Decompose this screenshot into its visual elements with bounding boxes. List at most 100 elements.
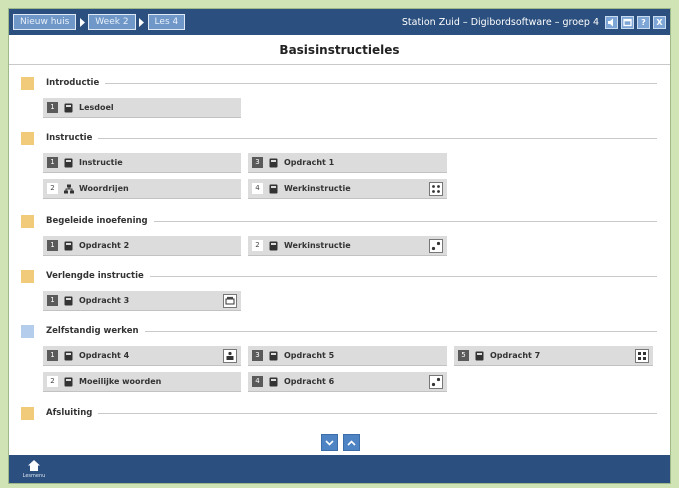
breadcrumb-week[interactable]: Week 2 — [88, 14, 136, 30]
tile-opdracht-5[interactable]: 3 Opdracht 5 — [248, 346, 447, 366]
tile-opdracht-6[interactable]: 4 Opdracht 6 — [248, 372, 447, 392]
section-instructie: Instructie 1 Instructie 3 Opdracht 1 2 W… — [21, 131, 657, 199]
section-title: Introductie — [46, 78, 100, 88]
tile-opdracht-4[interactable]: 1 Opdracht 4 — [43, 346, 241, 366]
tile-number: 1 — [47, 295, 58, 306]
sound-icon[interactable] — [605, 15, 618, 29]
tile-label: Werkinstructie — [284, 184, 351, 193]
pair-work-icon — [429, 239, 443, 253]
tile-number: 5 — [458, 350, 469, 361]
document-icon — [269, 184, 278, 194]
tile-label: Woordrijen — [79, 184, 129, 193]
document-icon — [475, 351, 484, 361]
section-title: Zelfstandig werken — [46, 326, 139, 336]
document-icon — [64, 377, 73, 387]
tile-label: Opdracht 1 — [284, 158, 335, 167]
tile-label: Opdracht 6 — [284, 377, 335, 386]
breadcrumb: Nieuw huis Week 2 Les 4 — [13, 14, 186, 30]
home-icon — [28, 460, 40, 471]
tile-opdracht-3[interactable]: 1 Opdracht 3 — [43, 291, 241, 311]
home-label: Lesmenu — [22, 473, 46, 479]
pair-work-icon — [429, 375, 443, 389]
tile-label: Instructie — [79, 158, 123, 167]
section-color-marker — [21, 131, 34, 145]
tile-number: 2 — [252, 240, 263, 251]
breadcrumb-les[interactable]: Les 4 — [147, 14, 186, 30]
app-title: Station Zuid – Digibordsoftware – groep … — [401, 16, 599, 28]
help-icon[interactable]: ? — [637, 15, 650, 29]
tile-opdracht-7[interactable]: 5 Opdracht 7 — [454, 346, 653, 366]
breadcrumb-nieuw-huis[interactable]: Nieuw huis — [13, 14, 77, 30]
tile-number: 4 — [252, 376, 263, 387]
section-afsluiting: Afsluiting — [21, 406, 657, 420]
tile-number: 3 — [252, 350, 263, 361]
title-bar: Nieuw huis Week 2 Les 4 Station Zuid – D… — [9, 9, 670, 35]
tile-lesdoel[interactable]: 1 Lesdoel — [43, 98, 241, 118]
tile-label: Werkinstructie — [284, 241, 351, 250]
chevron-right-icon — [76, 14, 88, 30]
section-title: Begeleide inoefening — [46, 216, 148, 226]
chevron-down-icon — [325, 439, 334, 446]
chevron-up-icon — [347, 439, 356, 446]
section-title: Verlengde instructie — [46, 271, 144, 281]
page-title: Basisinstructieles — [9, 35, 670, 65]
tile-label: Opdracht 3 — [79, 296, 130, 305]
tile-number: 3 — [252, 157, 263, 168]
window-icon[interactable] — [621, 15, 634, 29]
tile-label: Opdracht 7 — [490, 351, 541, 360]
window-controls: ? X — [605, 15, 666, 29]
group-work-icon — [429, 182, 443, 196]
section-title: Afsluiting — [46, 408, 93, 418]
section-introductie: Introductie 1 Lesdoel — [21, 76, 657, 118]
tile-number: 4 — [252, 183, 263, 194]
document-icon — [64, 158, 73, 168]
home-button[interactable]: Lesmenu — [19, 459, 49, 481]
section-color-marker — [21, 269, 34, 283]
individual-work-icon — [223, 349, 237, 363]
document-icon — [64, 103, 73, 113]
section-zelfstandig-werken: Zelfstandig werken 1 Opdracht 4 3 Opdrac… — [21, 324, 657, 392]
tile-label: Opdracht 4 — [79, 351, 130, 360]
tile-number: 2 — [47, 183, 58, 194]
tile-werkinstructie[interactable]: 4 Werkinstructie — [248, 179, 447, 199]
document-icon — [269, 241, 278, 251]
tile-opdracht-2[interactable]: 1 Opdracht 2 — [43, 236, 241, 256]
document-icon — [64, 351, 73, 361]
section-title: Instructie — [46, 133, 93, 143]
section-divider — [98, 412, 657, 414]
section-color-marker — [21, 76, 34, 90]
app-window: Nieuw huis Week 2 Les 4 Station Zuid – D… — [8, 8, 671, 484]
section-color-marker — [21, 324, 34, 338]
bottom-bar: Lesmenu — [9, 455, 670, 483]
tile-opdracht-1[interactable]: 3 Opdracht 1 — [248, 153, 447, 173]
close-icon[interactable]: X — [653, 15, 666, 29]
tile-moeilijke-woorden[interactable]: 2 Moeilijke woorden — [43, 372, 241, 392]
section-color-marker — [21, 214, 34, 228]
scroll-down-button[interactable] — [321, 434, 338, 451]
tile-number: 1 — [47, 157, 58, 168]
document-icon — [269, 377, 278, 387]
tile-number: 1 — [47, 350, 58, 361]
tile-werkinstructie-2[interactable]: 2 Werkinstructie — [248, 236, 447, 256]
scroll-up-button[interactable] — [343, 434, 360, 451]
section-divider — [105, 82, 657, 84]
tile-label: Opdracht 2 — [79, 241, 130, 250]
tile-label: Lesdoel — [79, 103, 114, 112]
section-divider — [149, 275, 657, 277]
tile-number: 1 — [47, 102, 58, 113]
document-icon — [64, 296, 73, 306]
group-table-icon — [223, 294, 237, 308]
document-icon — [269, 351, 278, 361]
hierarchy-icon — [64, 184, 74, 194]
tile-number: 1 — [47, 240, 58, 251]
tile-instructie[interactable]: 1 Instructie — [43, 153, 241, 173]
section-color-marker — [21, 406, 34, 420]
tile-woordrijen[interactable]: 2 Woordrijen — [43, 179, 241, 199]
section-divider — [153, 220, 657, 222]
tile-label: Moeilijke woorden — [79, 377, 162, 386]
group-work-icon — [635, 349, 649, 363]
lesson-content: Introductie 1 Lesdoel Instructie 1 Instr… — [9, 66, 670, 436]
tile-label: Opdracht 5 — [284, 351, 335, 360]
chevron-right-icon — [136, 14, 148, 30]
document-icon — [64, 241, 73, 251]
